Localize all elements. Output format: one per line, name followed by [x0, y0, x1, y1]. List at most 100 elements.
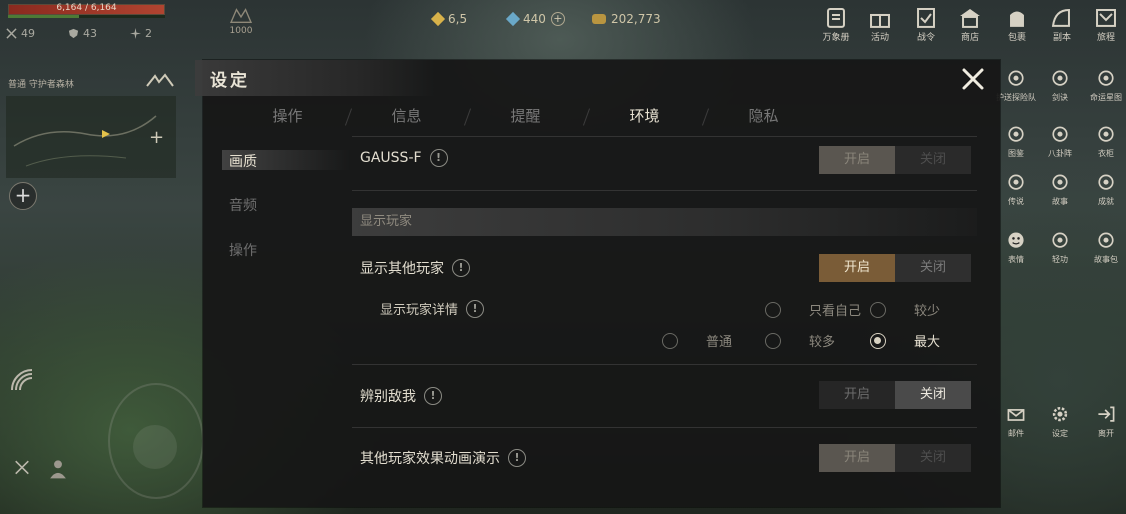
top-menu-dungeon[interactable]: 副本: [1042, 6, 1082, 43]
speed-stat: 2: [130, 27, 152, 40]
side-menu-bagua[interactable]: 八卦阵: [1040, 124, 1080, 159]
hp-text: 6,164 / 6,164: [56, 3, 117, 13]
detail-option[interactable]: 只看自己: [765, 300, 861, 319]
info-icon[interactable]: !: [466, 299, 485, 318]
identify-enemy-on-option[interactable]: 开启: [819, 381, 895, 409]
section-show-players: 显示玩家: [352, 208, 977, 236]
side-menu-exit[interactable]: 离开: [1086, 404, 1126, 439]
show-players-on-option[interactable]: 开启: [819, 254, 895, 282]
side-menu-storybook[interactable]: 故事包: [1086, 230, 1126, 265]
top-menu-gift[interactable]: 活动: [860, 6, 900, 43]
tab-label: 信息: [391, 107, 422, 125]
side-menu-achievement[interactable]: 成就: [1086, 172, 1126, 207]
top-menu-label: 战令: [916, 33, 935, 43]
other-effects-off-option[interactable]: 关闭: [895, 444, 971, 472]
mount-icon[interactable]: [145, 72, 175, 90]
info-icon[interactable]: !: [429, 149, 448, 167]
level-badge[interactable]: 1000: [224, 6, 258, 36]
side-menu-emote[interactable]: 表情: [996, 230, 1036, 265]
side-menu-light-skill[interactable]: 轻功: [1040, 230, 1080, 265]
radio-label: 普通: [706, 335, 733, 350]
jade-value: 440: [523, 12, 546, 26]
info-icon[interactable]: !: [424, 387, 442, 405]
side-menu-fate[interactable]: 命运星图: [1086, 68, 1126, 103]
level-value: 1000: [229, 26, 253, 36]
identify-enemy-off-option[interactable]: 关闭: [895, 381, 971, 409]
detail-option[interactable]: 最大: [870, 331, 940, 350]
subnav-graphics[interactable]: 画质: [229, 151, 257, 171]
jade-currency[interactable]: 440 +: [505, 11, 565, 27]
side-menu-label: 故事包: [1094, 255, 1118, 264]
radio-button[interactable]: [870, 332, 886, 349]
subnav-controls[interactable]: 操作: [229, 240, 257, 260]
bag-icon: [1010, 11, 1024, 27]
storybook-icon: [1098, 232, 1114, 248]
gauss-label: GAUSS-F: [360, 150, 422, 166]
show-players-off-option[interactable]: 关闭: [895, 254, 971, 282]
side-menu-label: 轻功: [1052, 255, 1068, 264]
other-effects-on-option[interactable]: 开启: [819, 444, 895, 472]
tab-1[interactable]: 信息: [347, 100, 472, 136]
info-icon[interactable]: !: [508, 449, 526, 467]
side-menu-settings[interactable]: 设定: [1040, 404, 1080, 439]
detail-option[interactable]: 较少: [870, 300, 940, 319]
other-effects-label: 其他玩家效果动画演示: [360, 451, 500, 467]
tab-divider: [352, 136, 977, 137]
radar-button[interactable]: [8, 366, 36, 394]
side-menu-label: 护送探险队: [996, 93, 1036, 102]
show-players-toggle[interactable]: 开启 关闭: [819, 254, 971, 282]
top-menu-bag[interactable]: 包裹: [997, 6, 1037, 43]
side-menu-wardrobe[interactable]: 衣柜: [1086, 124, 1126, 159]
person-icon: [50, 460, 66, 479]
zoom-button[interactable]: +: [9, 182, 37, 210]
tab-0[interactable]: 操作: [228, 100, 353, 136]
side-menu-escort[interactable]: 护送探险队: [996, 68, 1036, 103]
light-skill-icon: [1052, 232, 1068, 248]
radio-button[interactable]: [765, 332, 781, 349]
top-menu-label: 包裹: [1007, 33, 1026, 43]
gem-icon: [430, 11, 446, 27]
radio-button[interactable]: [765, 301, 781, 318]
side-menu-mail[interactable]: 邮件: [996, 404, 1036, 439]
team-button[interactable]: [44, 458, 72, 486]
gauss-on-option[interactable]: 开启: [819, 146, 895, 174]
tab-4[interactable]: 隐私: [704, 100, 823, 136]
side-menu-label: 图鉴: [1008, 149, 1024, 158]
top-menu-catalog[interactable]: 万象册: [816, 6, 856, 43]
side-menu-label: 剑诀: [1052, 93, 1068, 102]
info-icon[interactable]: !: [452, 259, 470, 277]
identify-enemy-toggle[interactable]: 开启 关闭: [819, 381, 971, 409]
gem-currency[interactable]: 6,5: [430, 11, 467, 27]
top-menu-pass[interactable]: 战令: [906, 6, 946, 43]
side-menu-sword[interactable]: 剑诀: [1040, 68, 1080, 103]
subnav-audio[interactable]: 音频: [229, 195, 257, 215]
emote-icon: [1008, 232, 1024, 248]
radio-button[interactable]: [870, 301, 886, 318]
gauss-toggle[interactable]: 开启 关闭: [819, 146, 971, 174]
side-menu-legend[interactable]: 传说: [996, 172, 1036, 207]
journey-icon: [1096, 8, 1116, 27]
radio-label: 最大: [914, 335, 941, 350]
close-icon[interactable]: [960, 66, 986, 92]
map-expand-button[interactable]: +: [149, 127, 164, 148]
dungeon-icon: [1051, 8, 1070, 27]
tools-button[interactable]: [8, 458, 36, 486]
top-menu-journey[interactable]: 旅程: [1086, 6, 1126, 43]
add-currency-icon[interactable]: +: [550, 12, 565, 26]
side-menu-story[interactable]: 故事: [1040, 172, 1080, 207]
side-menu-atlas[interactable]: 图鉴: [996, 124, 1036, 159]
tab-3[interactable]: 环境: [585, 100, 710, 136]
other-effects-toggle[interactable]: 开启 关闭: [819, 444, 971, 472]
detail-option[interactable]: 较多: [765, 331, 835, 350]
tab-2[interactable]: 提醒: [466, 100, 591, 136]
gauss-off-option[interactable]: 关闭: [895, 146, 971, 174]
top-menu-label: 商店: [960, 33, 979, 43]
row-divider: [352, 190, 977, 191]
side-menu-label: 设定: [1052, 429, 1068, 438]
radio-button[interactable]: [662, 332, 678, 349]
top-menu-shop[interactable]: 商店: [950, 6, 990, 43]
joystick-knob[interactable]: [133, 425, 177, 469]
side-menu-label: 衣柜: [1098, 149, 1114, 158]
detail-option[interactable]: 普通: [662, 331, 732, 350]
defense-stat: 43: [68, 27, 97, 40]
